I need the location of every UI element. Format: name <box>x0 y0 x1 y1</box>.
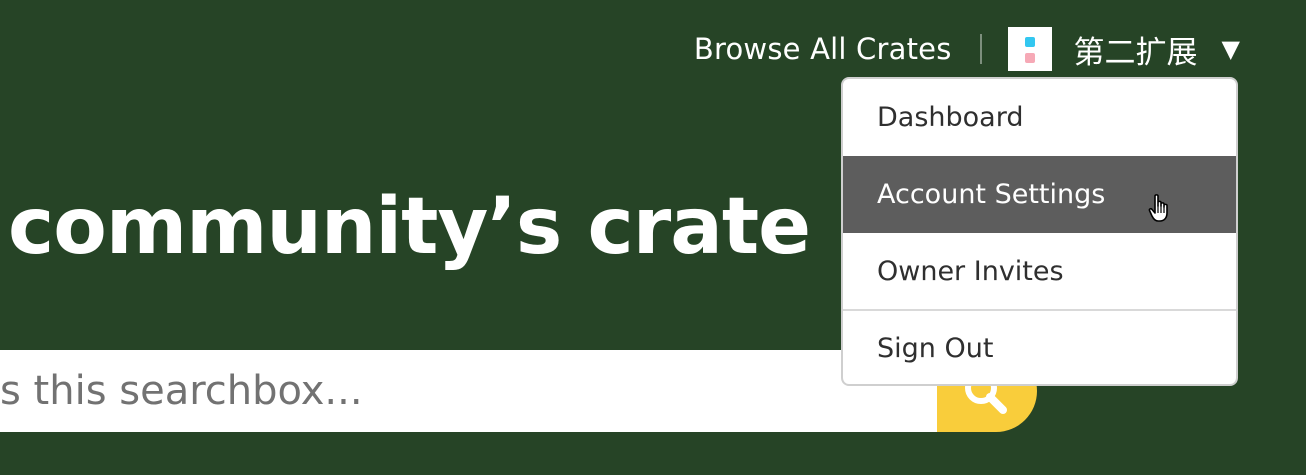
avatar-dot-bottom <box>1024 53 1035 63</box>
top-navigation: Browse All Crates 第二扩展 ▼ <box>694 22 1240 76</box>
menu-item-owner-invites[interactable]: Owner Invites <box>843 233 1236 310</box>
user-menu-toggle[interactable]: 第二扩展 ▼ <box>1007 27 1240 72</box>
search-input[interactable] <box>0 350 930 432</box>
avatar <box>1007 27 1052 71</box>
chevron-down-icon: ▼ <box>1221 35 1240 63</box>
username: 第二扩展 <box>1073 34 1198 71</box>
menu-item-sign-out[interactable]: Sign Out <box>843 311 1236 384</box>
menu-item-account-settings[interactable]: Account Settings <box>843 156 1236 233</box>
avatar-dot-top <box>1024 37 1035 47</box>
search-bar <box>0 350 938 432</box>
hand-pointer-cursor-icon <box>1148 194 1168 222</box>
menu-item-dashboard[interactable]: Dashboard <box>843 79 1236 156</box>
browse-all-crates-link[interactable]: Browse All Crates <box>694 32 952 66</box>
user-dropdown-menu: Dashboard Account Settings Owner Invites… <box>841 77 1238 386</box>
nav-divider <box>979 34 982 64</box>
